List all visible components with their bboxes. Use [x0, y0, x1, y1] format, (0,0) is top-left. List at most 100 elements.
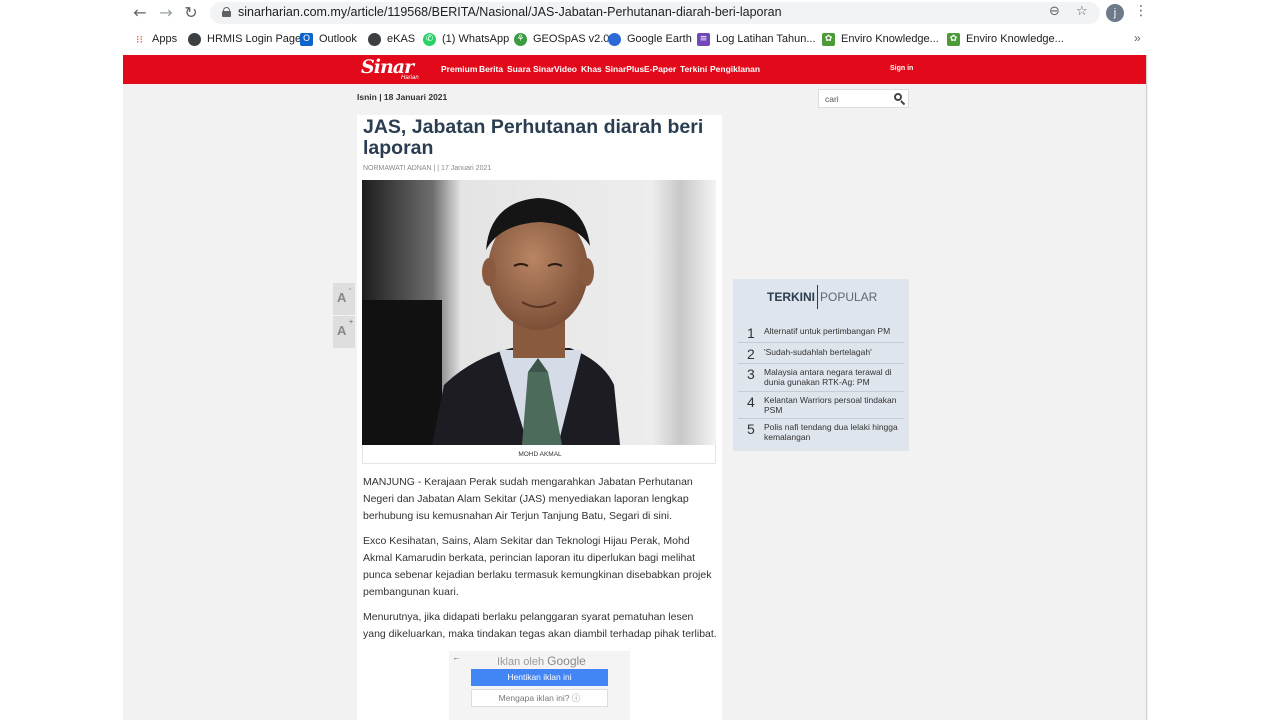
signin-link[interactable]: Sign in [890, 65, 913, 72]
bookmark-enviro-1[interactable]: ✿ Enviro Knowledge... [822, 31, 939, 47]
bookmark-geospas[interactable]: ⚘ GEOSpAS v2.0 [514, 31, 609, 47]
bookmark-label: eKAS [387, 33, 416, 45]
reload-icon[interactable]: ↻ [182, 4, 200, 22]
bookmark-label: Log Latihan Tahun... [716, 33, 816, 45]
news-item[interactable]: 5 Polis nafi tendang dua lelaki hingga k… [738, 419, 904, 447]
nav-epaper[interactable]: E-Paper [644, 64, 676, 74]
bookmarks-bar: ⁝⁝ Apps HRMIS Login Page O Outlook eKAS … [0, 28, 1280, 50]
current-date: Isnin | 18 Januari 2021 [357, 92, 448, 102]
bookmark-enviro-2[interactable]: ✿ Enviro Knowledge... [947, 31, 1064, 47]
browser-chrome: ← → ↻ sinarharian.com.my/article/119568/… [0, 0, 1280, 54]
news-rank: 4 [747, 394, 755, 410]
plus-icon: + [349, 319, 354, 326]
site-logo[interactable]: Sinar Harian [361, 56, 427, 83]
news-item[interactable]: 4 Kelantan Warriors persoal tindakan PSM [738, 392, 904, 419]
bookmark-label: Google Earth [627, 33, 692, 45]
article-headline: JAS, Jabatan Perhutanan diarah beri lapo… [363, 116, 704, 159]
news-rank: 5 [747, 421, 755, 437]
article-byline: NORMAWATI ADNAN | | 17 Januari 2021 [363, 165, 492, 172]
font-decrease-label: A [337, 290, 347, 305]
latest-news-widget: TERKINI POPULAR 1 Alternatif untuk perti… [733, 279, 909, 451]
news-rank: 3 [747, 366, 755, 382]
google-logo: Google [547, 654, 586, 668]
bookmark-apps[interactable]: ⁝⁝ Apps [133, 31, 177, 47]
ad-back-icon[interactable]: ← [452, 652, 461, 662]
forward-icon[interactable]: → [157, 4, 175, 22]
geospas-icon: ⚘ [514, 32, 527, 46]
nav-sinarplus[interactable]: SinarPlus [605, 64, 644, 74]
address-bar[interactable]: sinarharian.com.my/article/119568/BERITA… [210, 2, 1100, 24]
portrait-illustration [362, 180, 716, 445]
lock-icon[interactable] [222, 7, 231, 17]
news-title[interactable]: Polis nafi tendang dua lelaki hingga kem… [764, 422, 904, 442]
font-increase-button[interactable]: A + [333, 316, 355, 348]
news-item[interactable]: 3 Malaysia antara negara terawal di duni… [738, 364, 904, 392]
star-icon[interactable]: ☆ [1076, 4, 1088, 19]
zoom-icon[interactable]: ⊖ [1049, 4, 1060, 19]
article-paragraph: MANJUNG - Kerajaan Perak sudah mengarahk… [363, 476, 693, 522]
news-title[interactable]: 'Sudah-sudahlah bertelagah' [764, 347, 904, 357]
ad-title: Iklan oleh Google [497, 654, 586, 668]
tab-terkini[interactable]: TERKINI [767, 290, 815, 304]
whatsapp-icon: ✆ [423, 32, 436, 46]
article-card: JAS, Jabatan Perhutanan diarah beri lapo… [357, 115, 722, 720]
browser-menu-icon[interactable]: ⋮ [1134, 3, 1148, 19]
font-increase-label: A [337, 323, 347, 338]
google-earth-icon [608, 32, 621, 46]
enviro-icon: ✿ [947, 32, 960, 46]
search-box[interactable]: cari [818, 89, 909, 108]
news-rank: 2 [747, 346, 755, 362]
bookmarks-overflow-icon[interactable]: » [1134, 31, 1141, 45]
minus-icon: - [349, 286, 352, 293]
font-decrease-button[interactable]: A - [333, 283, 355, 315]
apps-grid-icon: ⁝⁝ [136, 32, 143, 46]
bookmark-hrmis[interactable]: HRMIS Login Page [188, 31, 301, 47]
url-text[interactable]: sinarharian.com.my/article/119568/BERITA… [238, 5, 782, 19]
nav-berita[interactable]: Berita [479, 64, 503, 74]
enviro-icon: ✿ [822, 32, 835, 46]
why-ad-button[interactable]: Mengapa iklan ini? ⓘ [471, 689, 608, 707]
bookmark-outlook[interactable]: O Outlook [300, 31, 357, 47]
back-icon[interactable]: ← [131, 4, 149, 22]
bookmark-label: (1) WhatsApp [442, 33, 510, 45]
news-title[interactable]: Kelantan Warriors persoal tindakan PSM [764, 395, 904, 415]
tab-divider [817, 285, 818, 309]
news-item[interactable]: 1 Alternatif untuk pertimbangan PM [738, 322, 904, 343]
globe-icon [368, 32, 381, 46]
photo-caption: MOHD AKMAL [518, 451, 562, 458]
form-icon: ≡ [697, 32, 710, 46]
nav-premium[interactable]: Premium [441, 64, 477, 74]
bookmark-label: Apps [152, 33, 178, 45]
nav-suara-sinar[interactable]: Suara Sinar [507, 64, 554, 74]
bookmark-label: GEOSpAS v2.0 [533, 33, 610, 45]
bookmark-google-earth[interactable]: Google Earth [608, 31, 692, 47]
bookmark-whatsapp[interactable]: ✆ (1) WhatsApp [423, 31, 509, 47]
search-icon[interactable] [894, 93, 906, 106]
stop-ad-button[interactable]: Hentikan iklan ini [471, 669, 608, 686]
photo-caption-box: MOHD AKMAL [362, 445, 716, 464]
bookmark-log-latihan[interactable]: ≡ Log Latihan Tahun... [697, 31, 816, 47]
nav-terkini[interactable]: Terkini [680, 64, 707, 74]
article-paragraph: Menurutnya, jika didapati berlaku pelang… [363, 611, 717, 640]
nav-video[interactable]: Video [554, 64, 577, 74]
bookmark-label: Enviro Knowledge... [841, 33, 939, 45]
bookmark-ekas[interactable]: eKAS [368, 31, 415, 47]
article-paragraph: Exco Kesihatan, Sains, Alam Sekitar dan … [363, 535, 712, 598]
search-input[interactable]: cari [825, 94, 839, 104]
tab-popular[interactable]: POPULAR [820, 290, 877, 304]
news-title[interactable]: Malaysia antara negara terawal di dunia … [764, 367, 904, 387]
site-navbar: Sinar Harian Premium Berita Suara Sinar … [123, 55, 1146, 84]
profile-avatar[interactable]: j [1106, 4, 1124, 22]
scrollbar[interactable] [1146, 55, 1147, 720]
article-photo[interactable] [362, 180, 716, 445]
news-rank: 1 [747, 325, 755, 341]
nav-khas[interactable]: Khas [581, 64, 602, 74]
news-title[interactable]: Alternatif untuk pertimbangan PM [764, 326, 904, 336]
nav-pengiklanan[interactable]: Pengiklanan [710, 64, 760, 74]
ad-label: Iklan oleh [497, 656, 545, 668]
globe-icon [188, 32, 201, 46]
bookmark-label: HRMIS Login Page [207, 33, 302, 45]
news-item[interactable]: 2 'Sudah-sudahlah bertelagah' [738, 343, 904, 364]
ad-feedback-panel: ← Iklan oleh Google Hentikan iklan ini M… [449, 651, 630, 720]
bookmark-label: Outlook [319, 33, 357, 45]
